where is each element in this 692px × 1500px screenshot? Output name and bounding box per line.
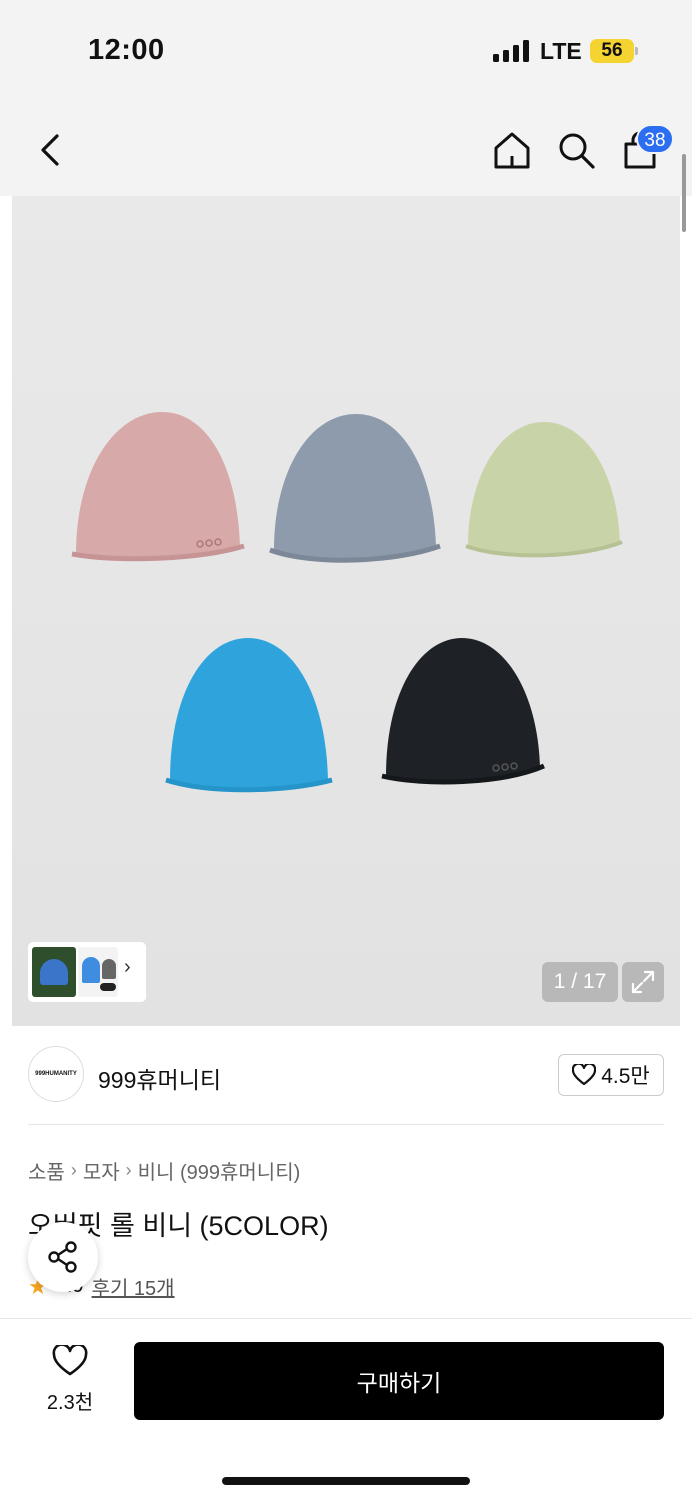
beanie-pink <box>71 412 245 562</box>
bottom-action-bar: 2.3천 구매하기 <box>0 1318 692 1500</box>
share-button[interactable] <box>28 1222 98 1292</box>
brand-name[interactable]: 999휴머니티 <box>98 1061 221 1095</box>
beanie-blue <box>165 638 333 793</box>
chevron-right-icon: › <box>125 1160 132 1180</box>
beanie-sage <box>465 422 623 558</box>
chevron-right-icon[interactable]: › <box>124 956 131 979</box>
home-indicator <box>222 1477 470 1485</box>
signal-icon <box>493 40 529 62</box>
review-link[interactable]: 후기 15개 <box>92 1272 175 1301</box>
divider <box>28 1124 664 1125</box>
beanie-black <box>381 638 545 785</box>
back-button[interactable] <box>30 128 70 172</box>
breadcrumb: 소품 › 모자 › 비니 (999휴머니티) <box>28 1156 300 1185</box>
status-bar: 12:00 LTE 56 <box>0 0 692 100</box>
thumbnail-1[interactable] <box>32 947 76 997</box>
beanie-gray <box>269 414 441 563</box>
expand-button[interactable] <box>622 962 664 1002</box>
battery-icon: 56 <box>590 39 634 63</box>
search-icon <box>559 133 595 169</box>
breadcrumb-item[interactable]: 소품 <box>28 1156 65 1185</box>
thumbnail-2[interactable] <box>78 947 118 997</box>
heart-icon <box>52 1343 88 1376</box>
search-button[interactable] <box>554 128 598 172</box>
expand-icon <box>631 970 655 994</box>
buy-button[interactable]: 구매하기 <box>134 1342 664 1420</box>
chevron-left-icon <box>41 134 59 166</box>
cart-badge: 38 <box>636 124 674 154</box>
home-button[interactable] <box>490 128 534 172</box>
home-icon <box>494 132 530 169</box>
heart-icon <box>572 1064 597 1086</box>
brand-row[interactable]: 999HUMANITY 999휴머니티 4.5만 <box>28 1046 664 1106</box>
share-icon <box>48 1241 77 1273</box>
breadcrumb-item[interactable]: 모자 <box>83 1156 120 1185</box>
breadcrumb-item[interactable]: 비니 (999휴머니티) <box>138 1156 301 1185</box>
brand-like-count: 4.5만 <box>601 1065 650 1088</box>
nav-bar: 38 <box>0 100 692 196</box>
brand-like-button[interactable]: 4.5만 <box>558 1054 664 1096</box>
image-page-counter: 1 / 17 <box>542 962 618 1002</box>
brand-logo[interactable]: 999HUMANITY <box>28 1046 84 1102</box>
wishlist-count: 2.3천 <box>46 1392 94 1414</box>
thumbnail-strip[interactable]: › <box>28 942 146 1002</box>
status-time: 12:00 <box>88 34 165 66</box>
chevron-right-icon: › <box>70 1160 77 1180</box>
scrollbar[interactable] <box>682 154 686 232</box>
product-image-gallery[interactable]: › 1 / 17 <box>12 196 680 1026</box>
wishlist-button[interactable]: 2.3천 <box>30 1343 110 1419</box>
battery-nub <box>635 47 638 55</box>
network-label: LTE <box>540 38 582 64</box>
